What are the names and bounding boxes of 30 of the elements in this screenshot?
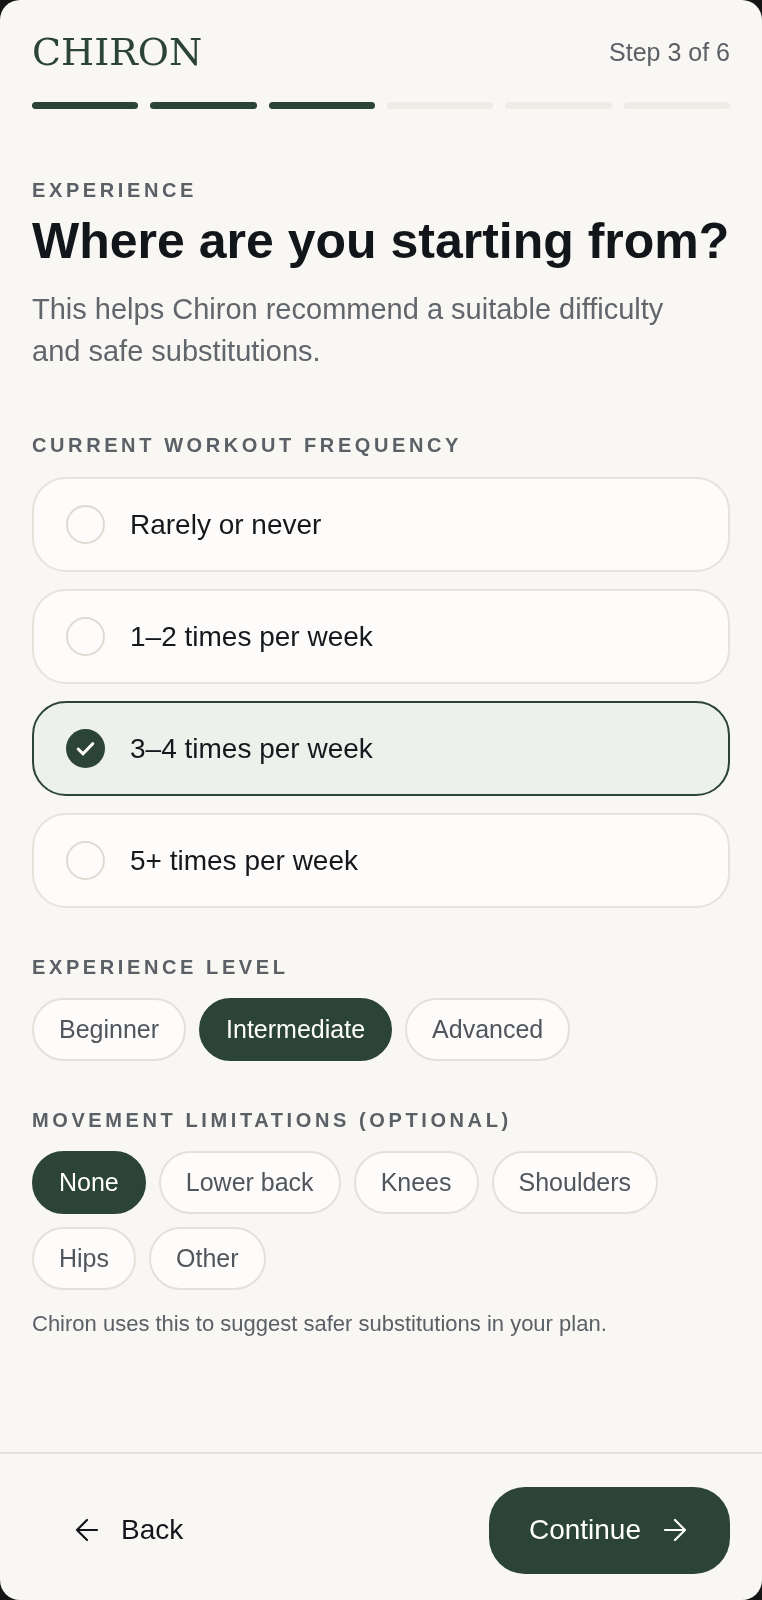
section-eyebrow: EXPERIENCE bbox=[32, 178, 198, 202]
limitation-chip[interactable]: Lower back bbox=[158, 1151, 341, 1214]
limitation-chip[interactable]: Knees bbox=[353, 1151, 479, 1214]
check-circle-icon bbox=[66, 729, 105, 768]
frequency-option[interactable]: 1–2 times per week bbox=[32, 589, 730, 684]
back-button[interactable]: Back bbox=[75, 1514, 184, 1546]
experience-level-chip[interactable]: Intermediate bbox=[199, 998, 393, 1061]
frequency-option[interactable]: 5+ times per week bbox=[32, 813, 730, 908]
section-label: CURRENT WORKOUT FREQUENCY bbox=[32, 433, 463, 457]
limitation-chip[interactable]: Hips bbox=[32, 1227, 136, 1290]
radio-circle-icon bbox=[66, 841, 105, 880]
section-label: MOVEMENT LIMITATIONS (OPTIONAL) bbox=[32, 1108, 513, 1132]
logo: CHIRON bbox=[32, 33, 203, 71]
limitation-chip[interactable]: Other bbox=[149, 1227, 266, 1290]
limitation-chip[interactable]: Shoulders bbox=[491, 1151, 659, 1214]
page-description: This helps Chiron recommend a suitable difficulty and safe substitutions. bbox=[32, 292, 665, 369]
step-indicator: Step 3 of 6 bbox=[609, 39, 730, 65]
frequency-option[interactable]: 3–4 times per week bbox=[32, 701, 730, 796]
helper-text: Chiron uses this to suggest safer substitutions in your plan. bbox=[32, 1310, 608, 1338]
experience-level-chip[interactable]: Beginner bbox=[32, 998, 187, 1061]
continue-button[interactable]: Continue bbox=[488, 1486, 730, 1574]
page-title: Where are you starting from? bbox=[32, 214, 730, 269]
section-label: EXPERIENCE LEVEL bbox=[32, 955, 290, 979]
radio-circle-icon bbox=[66, 617, 105, 656]
experience-level-chip[interactable]: Advanced bbox=[405, 998, 571, 1061]
limitation-chip[interactable]: None bbox=[32, 1151, 146, 1214]
frequency-option[interactable]: Rarely or never bbox=[32, 477, 730, 572]
arrow-left-icon bbox=[75, 1518, 99, 1542]
arrow-right-icon bbox=[663, 1518, 687, 1542]
radio-circle-icon bbox=[66, 505, 105, 544]
